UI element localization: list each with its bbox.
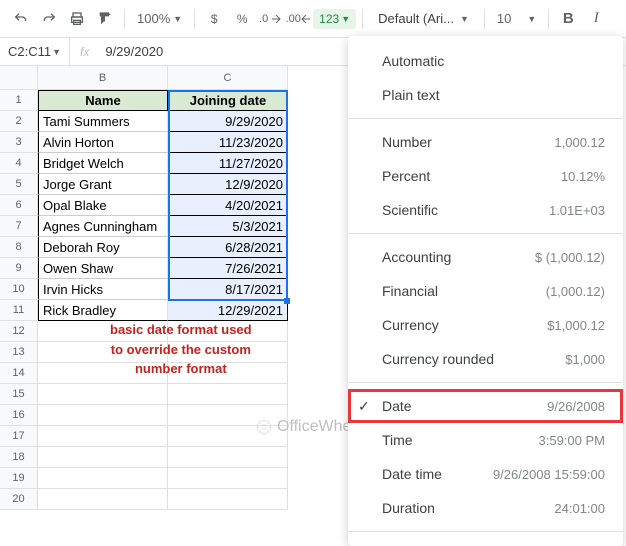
fx-icon: fx xyxy=(70,45,99,59)
empty-cell[interactable] xyxy=(38,489,168,510)
increase-decimal-button[interactable]: .00 xyxy=(285,6,311,32)
format-datetime[interactable]: Date time9/26/2008 15:59:00 xyxy=(348,457,623,491)
row-header[interactable]: 6 xyxy=(0,195,38,216)
table-cell[interactable]: 12/9/2020 xyxy=(168,174,288,195)
print-button[interactable] xyxy=(64,6,90,32)
format-plain-text[interactable]: Plain text xyxy=(348,78,623,112)
column-header-c[interactable]: C xyxy=(168,66,288,90)
table-cell[interactable]: 8/17/2021 xyxy=(168,279,288,300)
row-header[interactable]: 18 xyxy=(0,447,38,468)
table-cell[interactable]: 6/28/2021 xyxy=(168,237,288,258)
decrease-decimal-button[interactable]: .0 xyxy=(257,6,283,32)
row-header[interactable]: 2 xyxy=(0,111,38,132)
table-header[interactable]: Name xyxy=(38,90,168,111)
italic-button[interactable]: I xyxy=(583,6,609,32)
currency-button[interactable]: $ xyxy=(201,6,227,32)
empty-cell[interactable] xyxy=(38,426,168,447)
table-cell[interactable]: Deborah Roy xyxy=(38,237,168,258)
row-header[interactable]: 20 xyxy=(0,489,38,510)
format-financial[interactable]: Financial(1,000.12) xyxy=(348,274,623,308)
column-header-b[interactable]: B xyxy=(38,66,168,90)
table-cell[interactable]: Agnes Cunningham xyxy=(38,216,168,237)
format-currency-rounded[interactable]: Currency rounded$1,000 xyxy=(348,342,623,376)
cell-grid[interactable]: NameJoining dateTami Summers9/29/2020Alv… xyxy=(38,90,288,510)
table-cell[interactable]: Opal Blake xyxy=(38,195,168,216)
name-box[interactable]: C2:C11▼ xyxy=(0,38,70,65)
table-cell[interactable]: Alvin Horton xyxy=(38,132,168,153)
table-cell[interactable]: 11/27/2020 xyxy=(168,153,288,174)
format-time[interactable]: Time3:59:00 PM xyxy=(348,423,623,457)
row-header[interactable]: 16 xyxy=(0,405,38,426)
format-date[interactable]: ✓Date9/26/2008 xyxy=(348,389,623,423)
select-all-corner[interactable] xyxy=(0,66,38,90)
format-automatic[interactable]: Automatic xyxy=(348,44,623,78)
empty-cell[interactable] xyxy=(168,447,288,468)
empty-cell[interactable] xyxy=(168,489,288,510)
row-header[interactable]: 4 xyxy=(0,153,38,174)
table-cell[interactable]: Bridget Welch xyxy=(38,153,168,174)
redo-button[interactable] xyxy=(36,6,62,32)
row-header[interactable]: 10 xyxy=(0,279,38,300)
empty-cell[interactable] xyxy=(168,468,288,489)
table-cell[interactable]: 12/29/2021 xyxy=(168,300,288,321)
format-currency[interactable]: Currency$1,000.12 xyxy=(348,308,623,342)
format-menu-button[interactable]: 123▼ xyxy=(313,9,356,29)
table-cell[interactable]: 4/20/2021 xyxy=(168,195,288,216)
row-header[interactable]: 9 xyxy=(0,258,38,279)
undo-button[interactable] xyxy=(8,6,34,32)
empty-cell[interactable] xyxy=(168,384,288,405)
table-cell[interactable]: 9/29/2020 xyxy=(168,111,288,132)
empty-cell[interactable] xyxy=(38,447,168,468)
table-cell[interactable]: 11/23/2020 xyxy=(168,132,288,153)
format-scientific[interactable]: Scientific1.01E+03 xyxy=(348,193,623,227)
table-cell[interactable]: 7/26/2021 xyxy=(168,258,288,279)
row-header[interactable]: 17 xyxy=(0,426,38,447)
formula-input[interactable]: 9/29/2020 xyxy=(99,44,169,59)
annotation-text: basic date format usedto override the cu… xyxy=(110,320,252,379)
row-header[interactable]: 19 xyxy=(0,468,38,489)
empty-cell[interactable] xyxy=(38,384,168,405)
table-cell[interactable]: Irvin Hicks xyxy=(38,279,168,300)
percent-button[interactable]: % xyxy=(229,6,255,32)
selection-handle[interactable] xyxy=(284,298,290,304)
check-icon: ✓ xyxy=(358,398,370,415)
table-cell[interactable]: Rick Bradley xyxy=(38,300,168,321)
toolbar: 100%▼ $ % .0 .00 123▼ Default (Ari...▼ 1… xyxy=(0,0,626,38)
row-header[interactable]: 15 xyxy=(0,384,38,405)
table-cell[interactable]: Tami Summers xyxy=(38,111,168,132)
paint-format-button[interactable] xyxy=(92,6,118,32)
table-cell[interactable]: Owen Shaw xyxy=(38,258,168,279)
format-accounting[interactable]: Accounting$ (1,000.12) xyxy=(348,240,623,274)
row-header[interactable]: 1 xyxy=(0,90,38,111)
format-percent[interactable]: Percent10.12% xyxy=(348,159,623,193)
empty-cell[interactable] xyxy=(38,468,168,489)
row-header[interactable]: 14 xyxy=(0,363,38,384)
empty-cell[interactable] xyxy=(38,405,168,426)
format-dropdown: Automatic Plain text Number1,000.12 Perc… xyxy=(348,36,623,546)
table-header[interactable]: Joining date xyxy=(168,90,288,111)
row-header[interactable]: 3 xyxy=(0,132,38,153)
row-header[interactable]: 12 xyxy=(0,321,38,342)
row-header[interactable]: 5 xyxy=(0,174,38,195)
row-header[interactable]: 7 xyxy=(0,216,38,237)
row-header[interactable]: 11 xyxy=(0,300,38,321)
format-number[interactable]: Number1,000.12 xyxy=(348,125,623,159)
table-cell[interactable]: Jorge Grant xyxy=(38,174,168,195)
zoom-select[interactable]: 100%▼ xyxy=(131,11,188,26)
row-header[interactable]: 13 xyxy=(0,342,38,363)
bold-button[interactable]: B xyxy=(555,6,581,32)
format-duration[interactable]: Duration24:01:00 xyxy=(348,491,623,525)
font-size-select[interactable]: 10▼ xyxy=(491,11,542,26)
font-select[interactable]: Default (Ari...▼ xyxy=(369,6,478,31)
table-cell[interactable]: 5/3/2021 xyxy=(168,216,288,237)
row-header[interactable]: 8 xyxy=(0,237,38,258)
